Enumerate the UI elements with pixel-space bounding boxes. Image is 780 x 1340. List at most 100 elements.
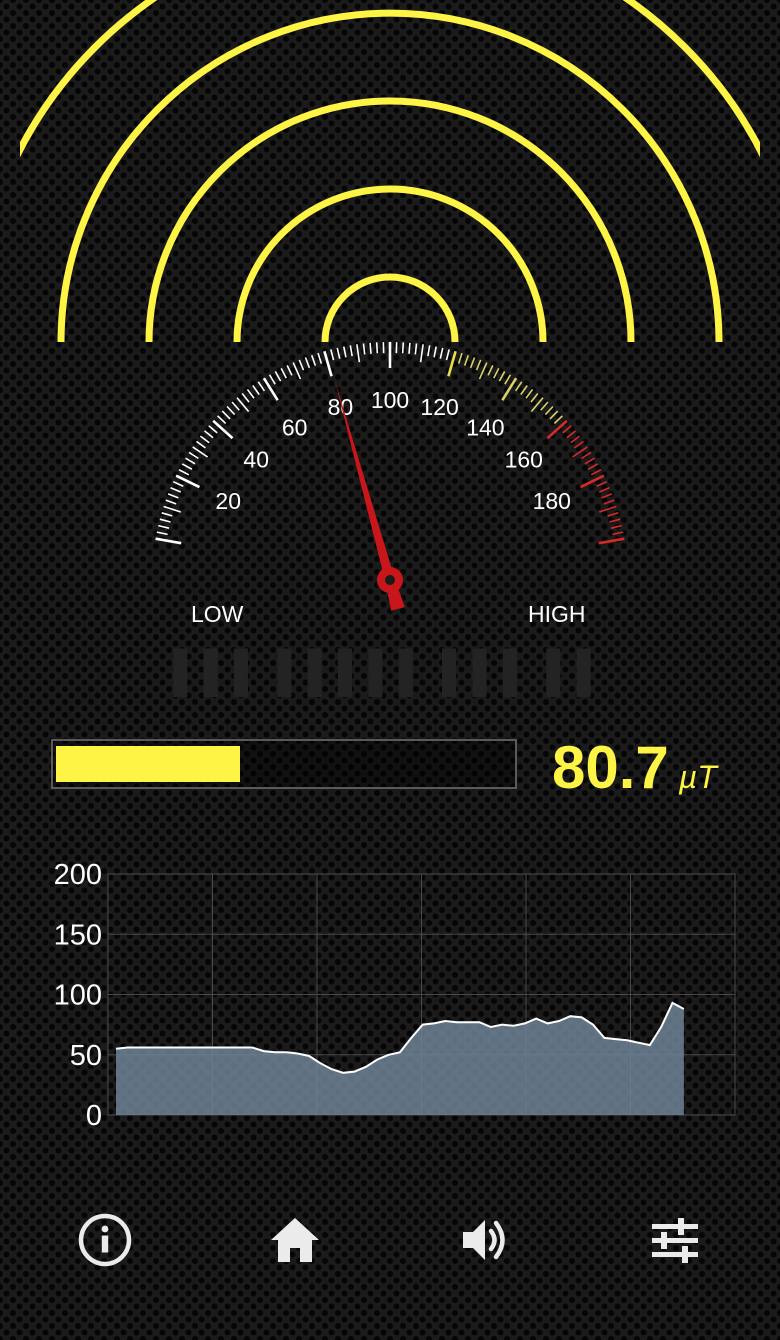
gauge-tick [172,480,184,487]
gauge-tick [475,359,482,371]
gauge-label: 20 [215,488,241,514]
gauge-tick [204,430,214,439]
gauge-label: 40 [243,447,269,473]
info-button[interactable] [65,1200,145,1280]
needle-hub-center [385,575,395,585]
gauge-tick [342,346,347,358]
gauge-tick [463,354,470,366]
gauge-label: 140 [466,414,504,440]
gauge-tick [304,357,311,369]
gauge-tick [170,487,182,493]
gauge-tick [252,385,260,395]
gauge-tick [181,463,193,470]
ghost-watermark: ▌▌▌ ▌▌▌▌▌ ▌▌▌ ▌▌ [173,650,607,694]
level-bar-fill [56,746,240,782]
gauge-tick [587,463,599,470]
gauge-tick [178,469,190,476]
gauge-tick [246,388,255,399]
gauge-tick [574,440,584,449]
gauge-tick [310,354,317,366]
y-tick-label: 100 [54,980,102,1012]
gauge-tick [562,425,572,434]
gauge-tick [161,512,173,517]
gauge-tick [241,392,250,403]
gauge-tick [262,377,279,401]
signal-ring [20,0,760,158]
gauge-tick [167,493,179,499]
gauge-tick [601,493,613,499]
gauge-tick [570,435,581,444]
gauge-tick [530,392,539,403]
reading-value: 80.7 [552,734,669,801]
gauge-tick [584,457,595,465]
gauge-tick [375,342,379,354]
gauge-tick [226,405,236,416]
info-icon [78,1213,132,1267]
gauge-tick [356,344,361,363]
settings-button[interactable] [635,1200,715,1280]
gauge-tick [323,350,333,377]
gauge-tick [498,371,506,382]
gauge-tick [199,435,210,444]
gauge-label: 160 [505,447,543,473]
y-tick-label: 0 [86,1100,102,1132]
gauge-low-label: LOW [191,601,244,627]
gauge-tick [544,405,554,416]
gauge-tick [447,350,457,377]
gauge-tick [414,343,418,355]
gauge-tick [330,349,335,361]
gauge-tick [159,518,171,523]
gauge-tick [163,505,182,513]
gauge-tick [369,342,372,354]
bottom-nav [0,1200,780,1280]
gauge-tick [596,480,608,487]
gauge-tick [286,365,293,376]
signal-waves [20,0,760,342]
gauge-tick [607,512,619,517]
gauge-tick [598,487,610,493]
gauge-tick [493,367,500,379]
gauge-tick [212,419,234,440]
gauge-label: 80 [328,394,354,420]
gauge-tick [581,451,592,460]
gauge-tick [549,410,559,420]
gauge-tick [553,415,563,425]
gauge-tick [274,371,282,382]
gauge-tick [590,469,602,476]
gauge-tick [349,345,353,357]
gauge-tick [156,531,168,536]
gauge-tick [612,531,624,536]
y-tick-label: 150 [54,919,102,951]
reading-unit: µT [678,759,717,795]
gauge-tick [165,499,177,505]
home-button[interactable] [255,1200,335,1280]
gauge-tick [188,451,199,460]
gauge-label: 180 [533,488,571,514]
gauge-tick [610,524,622,529]
gauge-tick [525,388,534,399]
gauge-tick [540,401,549,411]
y-tick-label: 200 [54,860,102,891]
reading: 80.7 µT [552,733,717,803]
gauge-tick [419,344,424,363]
gauge-tick [504,374,512,385]
sliders-icon [652,1218,698,1263]
sound-button[interactable] [445,1200,525,1280]
signal-ring [57,9,723,342]
gauge-tick [566,430,576,439]
gauge-tick [292,362,302,380]
gauge-tick [427,345,431,357]
gauge-tick [336,347,341,359]
gauge-tick [439,347,444,359]
gauge-tick [401,342,405,354]
gauge-tick [298,359,305,371]
gauge-tick [155,537,182,545]
gauge-tick [603,499,615,505]
gauge-tick [231,401,240,411]
gauge-tick [609,518,621,523]
signal-ring [233,185,547,342]
gauge-tick [445,349,450,361]
gauge-tick [469,357,476,369]
gauge-tick [217,415,227,425]
gauge-tick [280,367,287,379]
